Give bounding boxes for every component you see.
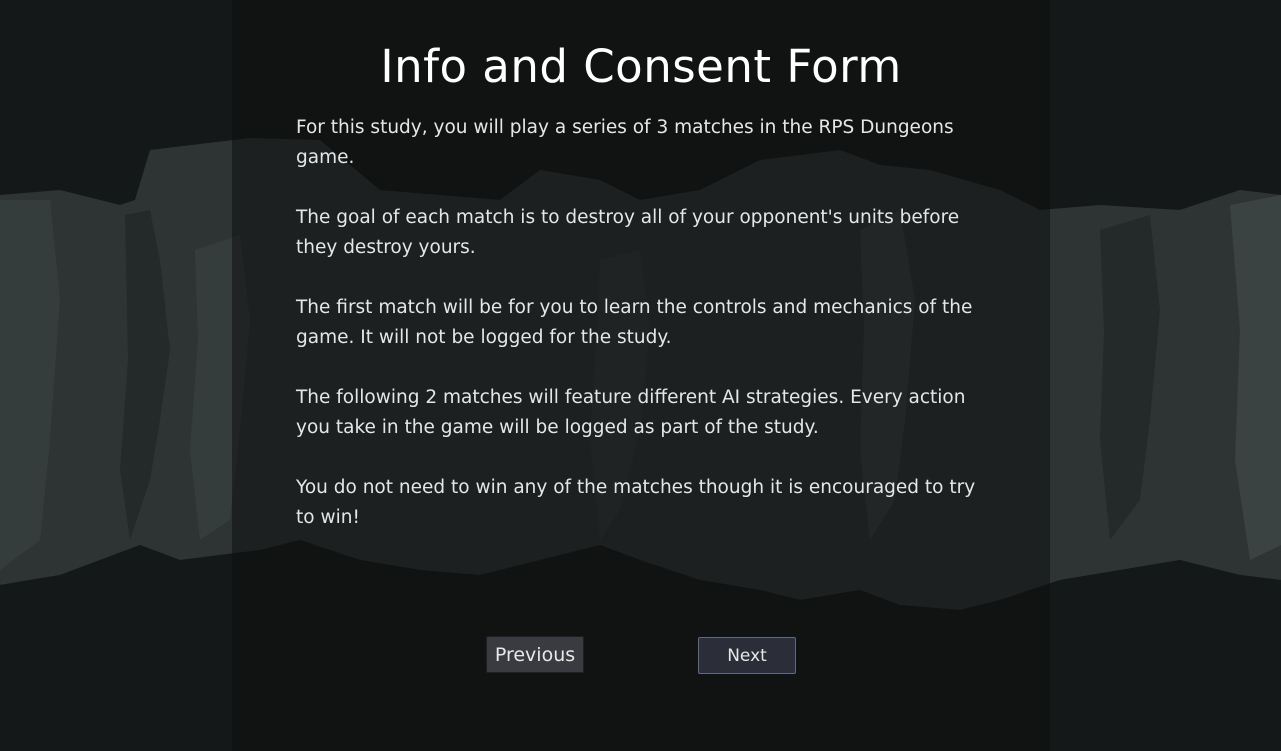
next-button[interactable]: Next [698, 637, 796, 674]
consent-paragraph: For this study, you will play a series o… [296, 117, 954, 168]
consent-paragraph: You do not need to win any of the matche… [296, 477, 976, 528]
consent-paragraph: The first match will be for you to learn… [296, 297, 973, 348]
consent-paragraph: The following 2 matches will feature dif… [296, 387, 966, 438]
consent-text: For this study, you will play a series o… [296, 113, 996, 563]
consent-screen: Info and Consent Form For this study, yo… [0, 0, 1281, 751]
previous-button[interactable]: Previous [486, 636, 584, 673]
page-title: Info and Consent Form [380, 40, 902, 93]
consent-paragraph: The goal of each match is to destroy all… [296, 207, 960, 258]
